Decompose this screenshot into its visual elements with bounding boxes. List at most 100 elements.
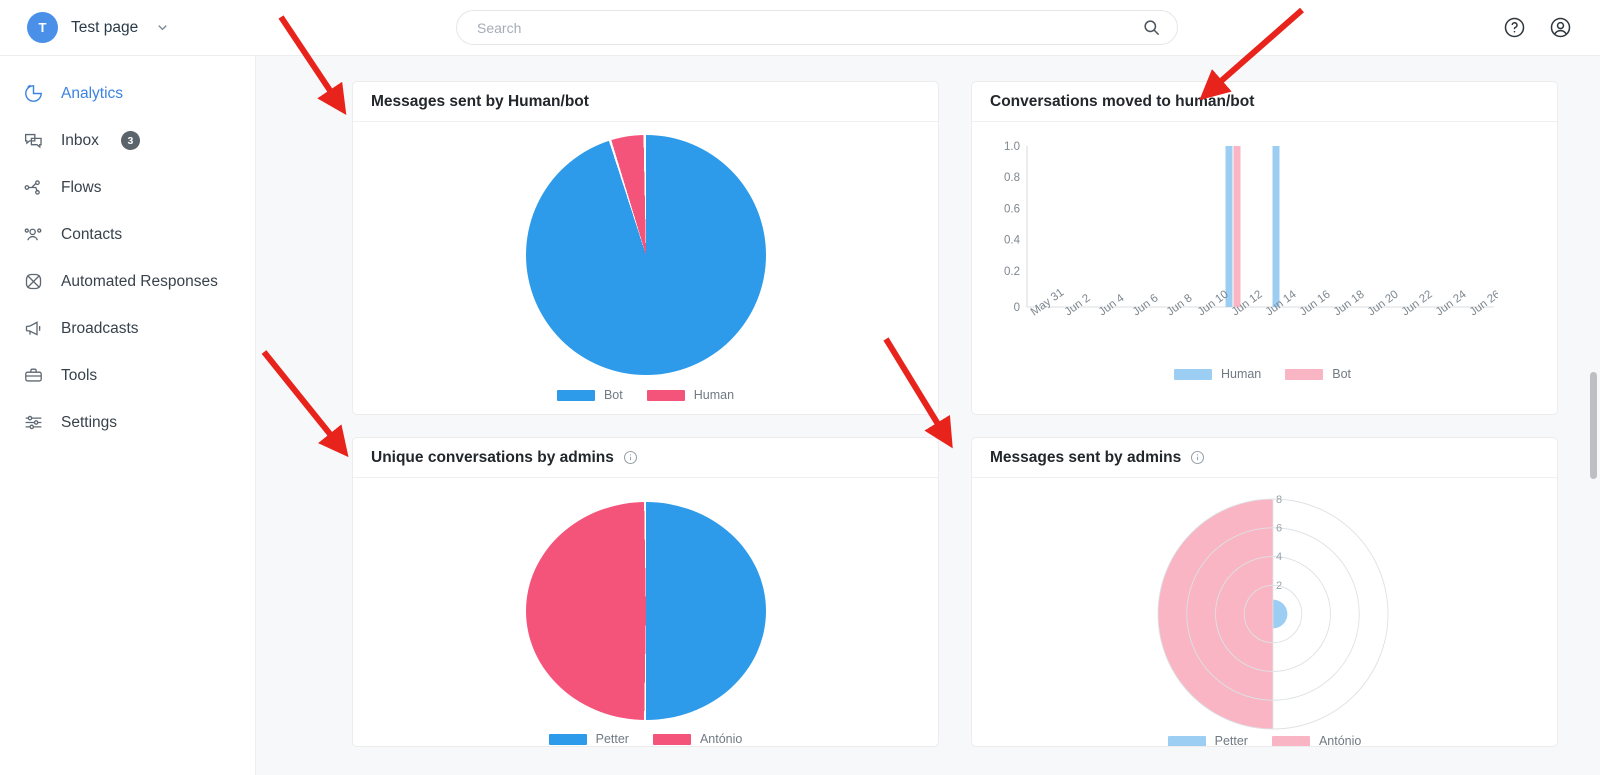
info-circle-icon[interactable] (1190, 450, 1205, 465)
legend-swatch-bot (1285, 368, 1324, 380)
sidebar-item-label: Automated Responses (61, 272, 218, 290)
sidebar-item-contacts[interactable]: Contacts (0, 211, 255, 258)
svg-text:0.6: 0.6 (1004, 203, 1020, 215)
sliders-icon (22, 411, 45, 434)
card-header: Conversations moved to human/bot (972, 82, 1557, 122)
legend-item[interactable]: António (652, 732, 743, 746)
legend-item[interactable]: Human (646, 388, 735, 402)
legend-label: Human (693, 388, 735, 402)
legend-item[interactable]: Bot (1285, 367, 1351, 381)
svg-text:Jun 10: Jun 10 (1196, 288, 1231, 318)
legend-label: Petter (595, 732, 629, 746)
card-header: Messages sent by Human/bot (353, 82, 938, 122)
legend-label: António (1318, 734, 1362, 746)
page-scrollbar[interactable] (1587, 56, 1600, 775)
pie-graphic[interactable] (525, 502, 766, 720)
info-circle-icon[interactable] (623, 450, 638, 465)
chart-legend: Petter António (548, 732, 743, 746)
svg-text:6: 6 (1276, 523, 1282, 535)
chart-legend: Petter António (972, 734, 1557, 746)
card-conversations-moved-to-human-bot: Conversations moved to human/bot 1.0 0.8… (971, 81, 1558, 415)
svg-text:Jun 20: Jun 20 (1366, 288, 1401, 318)
legend-item[interactable]: António (1271, 734, 1362, 746)
card-title: Messages sent by Human/bot (371, 92, 589, 110)
svg-text:Jun 16: Jun 16 (1298, 288, 1333, 318)
sidebar-item-settings[interactable]: Settings (0, 399, 255, 446)
brand-avatar: T (27, 12, 58, 43)
legend-label: António (699, 732, 743, 746)
bar-bot-jun-13 (1233, 146, 1241, 307)
svg-text:0: 0 (1014, 302, 1020, 314)
sidebar-item-label: Inbox (61, 131, 99, 149)
bar-chart-svg[interactable]: 1.0 0.8 0.6 0.4 0.2 0 May 31 Jun 2 Jun 4… (982, 136, 1533, 366)
legend-item[interactable]: Bot (556, 388, 623, 402)
sidebar-item-label: Analytics (61, 84, 124, 102)
svg-text:Jun 2: Jun 2 (1063, 292, 1093, 318)
sidebar-item-flows[interactable]: Flows (0, 164, 255, 211)
legend-label: Bot (603, 388, 623, 402)
legend-swatch-antonio (1271, 735, 1310, 746)
svg-text:Jun 8: Jun 8 (1165, 292, 1195, 318)
chart-legend: Human Bot (982, 367, 1543, 381)
legend-item[interactable]: Human (1173, 367, 1261, 381)
atom-icon (22, 270, 45, 293)
top-bar: T Test page (0, 0, 1600, 56)
sidebar-item-label: Tools (61, 366, 98, 384)
legend-item[interactable]: Petter (1167, 734, 1248, 746)
legend-swatch-human (646, 389, 685, 401)
svg-text:4: 4 (1276, 551, 1282, 563)
sidebar-item-label: Flows (61, 178, 102, 196)
card-header: Unique conversations by admins (353, 438, 938, 478)
card-messages-sent-by-admins: Messages sent by admins 8 6 4 2 Petter A… (971, 437, 1558, 747)
svg-text:May 31: May 31 (1029, 287, 1067, 319)
sidebar-item-label: Contacts (61, 225, 123, 243)
chat-bubbles-icon (22, 129, 45, 152)
polar-slice-petter (1272, 599, 1287, 629)
sidebar-item-automated-responses[interactable]: Automated Responses (0, 258, 255, 305)
pie-graphic[interactable] (525, 135, 766, 375)
svg-text:0.4: 0.4 (1004, 235, 1021, 247)
sidebar-item-inbox[interactable]: Inbox 3 (0, 117, 255, 164)
pie-chart-messages-human-bot: Bot Human (353, 122, 938, 414)
search-input[interactable] (477, 19, 1142, 36)
user-circle-icon[interactable] (1548, 16, 1572, 40)
sidebar-item-label: Broadcasts (61, 319, 139, 337)
svg-text:Jun 4: Jun 4 (1097, 292, 1127, 319)
card-title: Unique conversations by admins (371, 448, 614, 466)
polar-area-chart-messages-by-admins: 8 6 4 2 Petter António (972, 478, 1557, 746)
brand-switcher[interactable]: T Test page (0, 12, 256, 43)
help-circle-icon[interactable] (1502, 16, 1526, 40)
legend-swatch-human (1173, 368, 1212, 380)
toolbox-icon (22, 364, 45, 387)
legend-item[interactable]: Petter (548, 732, 629, 746)
megaphone-icon (22, 317, 45, 340)
pie-chart-unique-conversations: Petter António (353, 478, 938, 746)
card-header: Messages sent by admins (972, 438, 1557, 478)
sidebar-item-analytics[interactable]: Analytics (0, 70, 255, 117)
top-bar-actions (1502, 16, 1600, 40)
legend-swatch-bot (556, 389, 595, 401)
inbox-badge: 3 (120, 131, 140, 150)
legend-swatch-petter (1167, 735, 1206, 746)
svg-text:0.2: 0.2 (1004, 266, 1020, 278)
card-title: Messages sent by admins (990, 448, 1182, 466)
search-icon[interactable] (1142, 18, 1161, 37)
polar-chart-svg[interactable]: 8 6 4 2 (1007, 486, 1523, 744)
svg-text:Jun 18: Jun 18 (1332, 288, 1367, 318)
svg-text:2: 2 (1276, 580, 1282, 592)
card-grid: Messages sent by Human/bot Bot Human Con… (256, 56, 1600, 747)
bar-chart-conversations-moved: 1.0 0.8 0.6 0.4 0.2 0 May 31 Jun 2 Jun 4… (972, 122, 1557, 414)
bar-human-jun-16 (1272, 146, 1280, 307)
search-container (456, 10, 1178, 45)
brand-name: Test page (71, 18, 139, 36)
scrollbar-thumb[interactable] (1590, 372, 1597, 479)
svg-text:Jun 6: Jun 6 (1131, 292, 1161, 318)
search-box[interactable] (456, 10, 1178, 45)
sidebar-item-tools[interactable]: Tools (0, 352, 255, 399)
flow-nodes-icon (22, 176, 45, 199)
sidebar: Analytics Inbox 3 Flows Contacts Automat… (0, 56, 256, 775)
chart-legend: Bot Human (556, 388, 735, 402)
chevron-down-icon[interactable] (155, 20, 170, 35)
sidebar-item-broadcasts[interactable]: Broadcasts (0, 305, 255, 352)
sidebar-item-label: Settings (61, 413, 118, 431)
